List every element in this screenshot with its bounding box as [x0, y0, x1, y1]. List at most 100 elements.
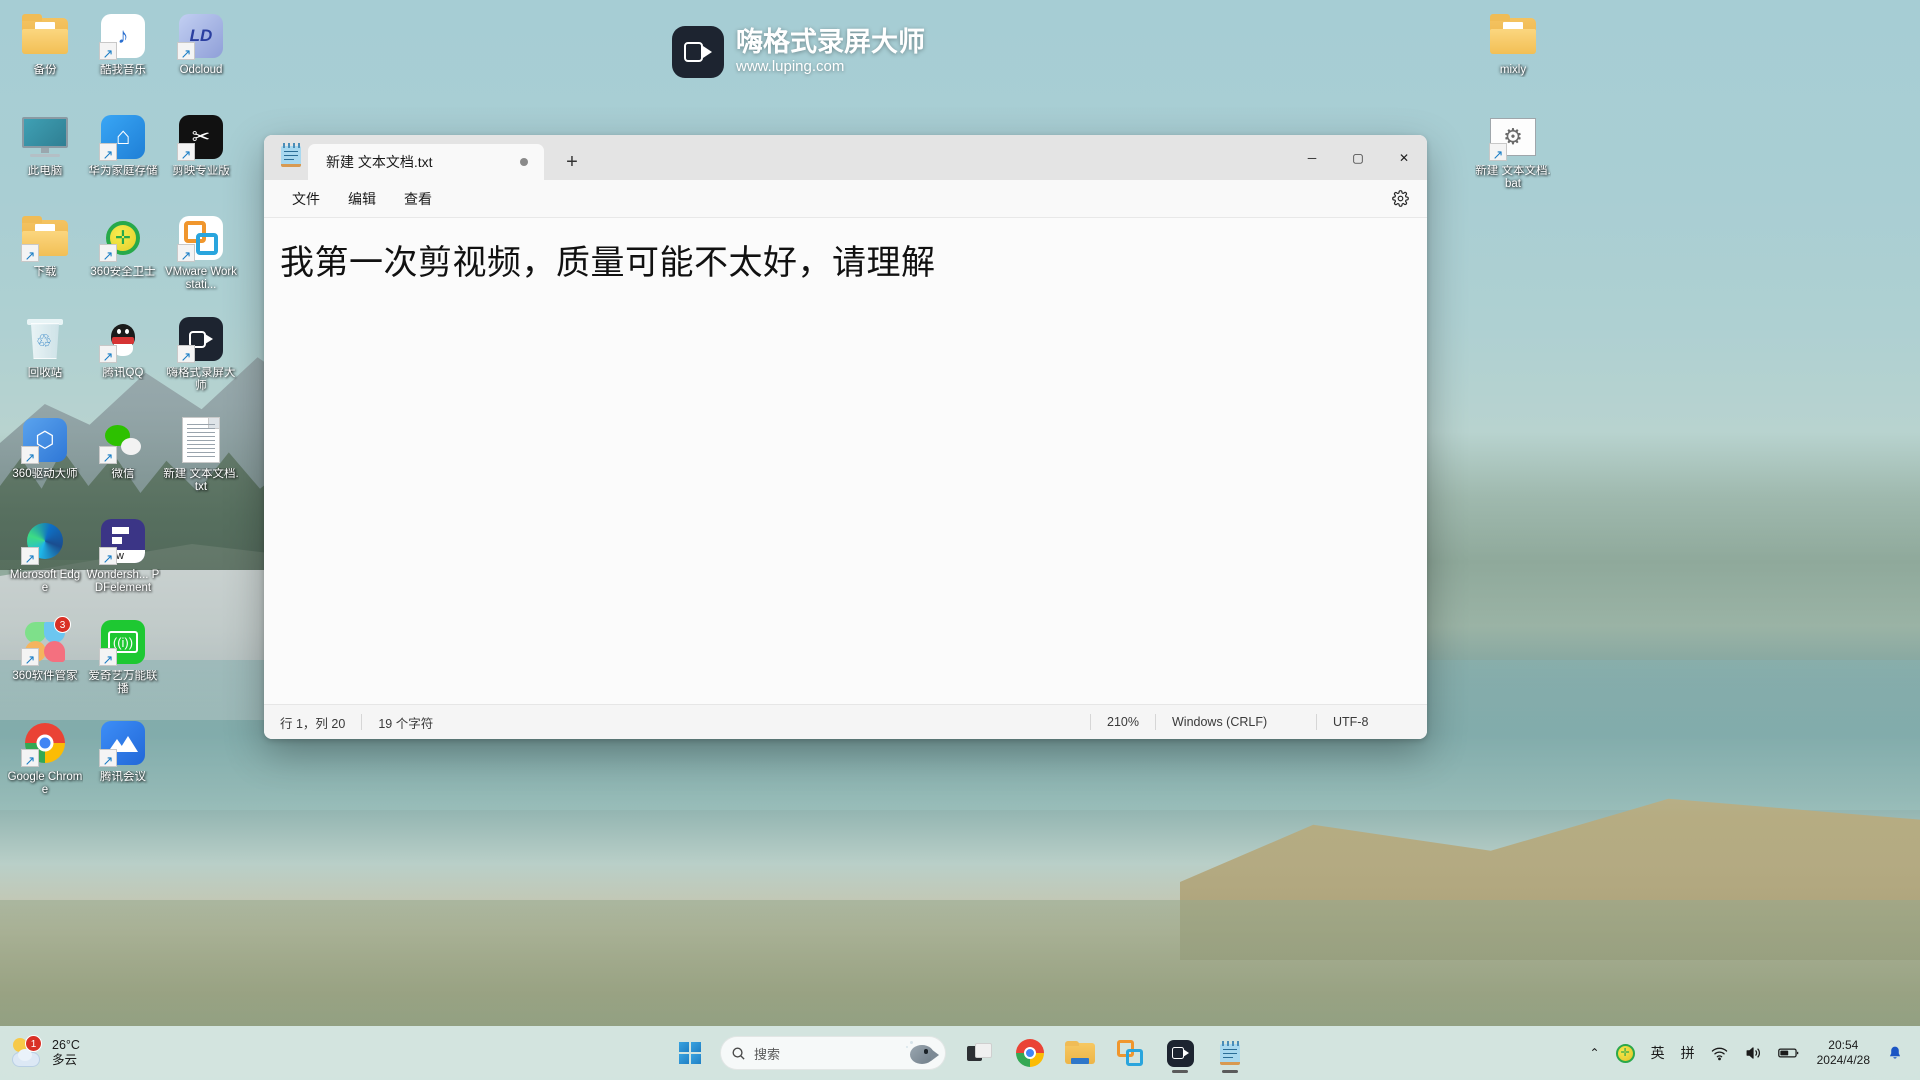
desktop-icon-label: 360驱动大师 [12, 468, 78, 480]
maximize-button[interactable]: ▢ [1335, 135, 1381, 180]
desktop-icon[interactable]: ♪ 酷我音乐 [84, 8, 162, 109]
task-view-button[interactable] [958, 1031, 1002, 1075]
folder-icon [21, 12, 69, 60]
ime-mode-indicator[interactable]: 拼 [1674, 1035, 1702, 1071]
desktop-icon[interactable]: ♲ 回收站 [6, 311, 84, 412]
desktop-icon[interactable]: 腾讯QQ [84, 311, 162, 412]
desktop-icon[interactable]: VMware Workstati... [162, 210, 240, 311]
notepad-window[interactable]: 新建 文本文档.txt + ─ ▢ ✕ 文件 编辑 查看 我第一次剪视频，质量可… [264, 135, 1427, 739]
google-chrome-icon [21, 719, 69, 769]
gear-icon[interactable] [1387, 186, 1413, 212]
desktop-icon[interactable]: mixly [1474, 8, 1552, 109]
taskbar-recorder[interactable] [1158, 1031, 1202, 1075]
desktop-icon[interactable]: ⚙新建 文本文档.bat [1474, 109, 1552, 210]
ime-language-indicator[interactable]: 英 [1644, 1035, 1672, 1071]
desktop-icon[interactable]: wWondersh... PDFelement [84, 513, 162, 614]
vmware-workstation-icon [177, 214, 225, 264]
desktop-icon[interactable]: 3 360软件管家 [6, 614, 84, 715]
notepad-editor[interactable]: 我第一次剪视频，质量可能不太好，请理解 [264, 218, 1427, 704]
close-button[interactable]: ✕ [1381, 135, 1427, 180]
bell-icon[interactable] [1880, 1035, 1910, 1071]
desktop-icon-label: 华为家庭存储 [88, 165, 158, 177]
weather-badge: 1 [25, 1035, 42, 1052]
windows-logo-icon [679, 1042, 701, 1064]
taskbar-center: 搜索 [668, 1031, 1252, 1075]
desktop-icon[interactable]: ⬡ 360驱动大师 [6, 412, 84, 513]
folder-icon [1489, 12, 1537, 60]
desktop-icon[interactable]: Microsoft Edge [6, 513, 84, 614]
desktop-icon[interactable]: ⌂ 华为家庭存储 [84, 109, 162, 210]
start-button[interactable] [668, 1031, 712, 1075]
recycle-bin-icon: ♲ [21, 315, 69, 363]
clock-time: 20:54 [1828, 1038, 1859, 1052]
taskbar-file-explorer[interactable] [1058, 1031, 1102, 1075]
status-line-ending[interactable]: Windows (CRLF) [1156, 715, 1316, 729]
desktop-icon[interactable]: LD Odcloud [162, 8, 240, 109]
volume-icon[interactable] [1737, 1035, 1769, 1071]
new-tab-button[interactable]: + [554, 144, 590, 180]
clock[interactable]: 20:54 2024/4/28 [1809, 1038, 1878, 1068]
desktop-icon-label: 嗨格式录屏大师 [166, 367, 236, 392]
desktop-icon-label: Google Chrome [7, 771, 83, 796]
system-tray: ⌃ ✛ 英 拼 20:54 2024/4/28 [1583, 1035, 1910, 1071]
taskbar[interactable]: 1 26°C 多云 搜索 ⌃ ✛ 英 拼 20:54 2024/4/28 [0, 1026, 1920, 1080]
recorder-watermark: 嗨格式录屏大师 www.luping.com [672, 26, 925, 78]
downloads-folder-icon [21, 214, 69, 264]
jianying-pro-icon: ✂ [177, 113, 225, 163]
desktop-icon-label: Microsoft Edge [9, 569, 81, 594]
status-cursor-position: 行 1，列 20 [280, 716, 346, 731]
desktop-icon[interactable]: 备份 [6, 8, 84, 109]
360-tray-icon[interactable]: ✛ [1609, 1035, 1642, 1071]
menu-view[interactable]: 查看 [392, 184, 444, 214]
menu-file[interactable]: 文件 [280, 184, 332, 214]
taskbar-chrome[interactable] [1008, 1031, 1052, 1075]
desktop-icon-label: 此电脑 [27, 165, 63, 177]
desktop[interactable]: 嗨格式录屏大师 www.luping.com 备份 ♪ 酷我音乐 LD Odcloud 此… [0, 0, 1920, 1080]
desktop-icon[interactable]: ((i))爱奇艺万能联播 [84, 614, 162, 715]
desktop-icon-label: Wondersh... PDFelement [86, 569, 160, 594]
taskbar-notepad[interactable] [1208, 1031, 1252, 1075]
notepad-text-content[interactable]: 我第一次剪视频，质量可能不太好，请理解 [280, 240, 1427, 288]
desktop-icon-empty [162, 614, 240, 715]
desktop-icon-grid-right: mixly ⚙新建 文本文档.bat [1474, 8, 1552, 210]
battery-icon[interactable] [1771, 1035, 1807, 1071]
watermark-title: 嗨格式录屏大师 [736, 27, 925, 57]
desktop-icon[interactable]: 下载 [6, 210, 84, 311]
desktop-icon-label: 下载 [33, 266, 57, 278]
status-zoom-level[interactable]: 210% [1091, 715, 1155, 729]
desktop-icon[interactable]: 微信 [84, 412, 162, 513]
odcloud-icon: LD [177, 12, 225, 62]
taskbar-vmware[interactable] [1108, 1031, 1152, 1075]
microsoft-edge-icon [21, 517, 69, 567]
desktop-icon[interactable]: Google Chrome [6, 715, 84, 816]
desktop-icon[interactable]: 腾讯会议 [84, 715, 162, 816]
notepad-titlebar[interactable]: 新建 文本文档.txt + ─ ▢ ✕ [264, 135, 1427, 180]
tray-overflow-chevron[interactable]: ⌃ [1583, 1035, 1607, 1071]
weather-temperature: 26°C [52, 1038, 80, 1052]
menu-edit[interactable]: 编辑 [336, 184, 388, 214]
desktop-icon-empty [162, 513, 240, 614]
this-pc-icon [21, 113, 69, 161]
desktop-icon-label: mixly [1499, 64, 1527, 76]
search-box[interactable]: 搜索 [720, 1036, 946, 1070]
desktop-icon[interactable]: 此电脑 [6, 109, 84, 210]
wifi-icon[interactable] [1704, 1035, 1735, 1071]
desktop-icon[interactable]: ✂ 剪映专业版 [162, 109, 240, 210]
status-encoding[interactable]: UTF-8 [1317, 715, 1427, 729]
notepad-statusbar: 行 1，列 20 19 个字符 210% Windows (CRLF) UTF-… [264, 704, 1427, 739]
360-software-manager-icon: 3 [21, 616, 71, 668]
desktop-icon[interactable]: 新建 文本文档.txt [162, 412, 240, 513]
desktop-icon-label: 爱奇艺万能联播 [88, 670, 158, 695]
desktop-icon-label: 腾讯QQ [102, 367, 144, 379]
icon-notification-badge: 3 [54, 616, 71, 633]
watermark-url: www.luping.com [736, 58, 845, 75]
desktop-icon[interactable]: ✛ 360安全卫士 [84, 210, 162, 311]
notepad-tab[interactable]: 新建 文本文档.txt [308, 144, 544, 180]
weather-condition: 多云 [52, 1053, 78, 1067]
minimize-button[interactable]: ─ [1289, 135, 1335, 180]
weather-widget[interactable]: 1 26°C 多云 [10, 1035, 80, 1070]
search-icon [732, 1047, 745, 1060]
clock-date: 2024/4/28 [1816, 1053, 1870, 1067]
desktop-icon[interactable]: 嗨格式录屏大师 [162, 311, 240, 412]
desktop-icon-grid-left: 备份 ♪ 酷我音乐 LD Odcloud 此电脑 ⌂ 华为家庭存储 ✂ 剪映专业版下载 ✛ 360安全… [6, 8, 240, 816]
